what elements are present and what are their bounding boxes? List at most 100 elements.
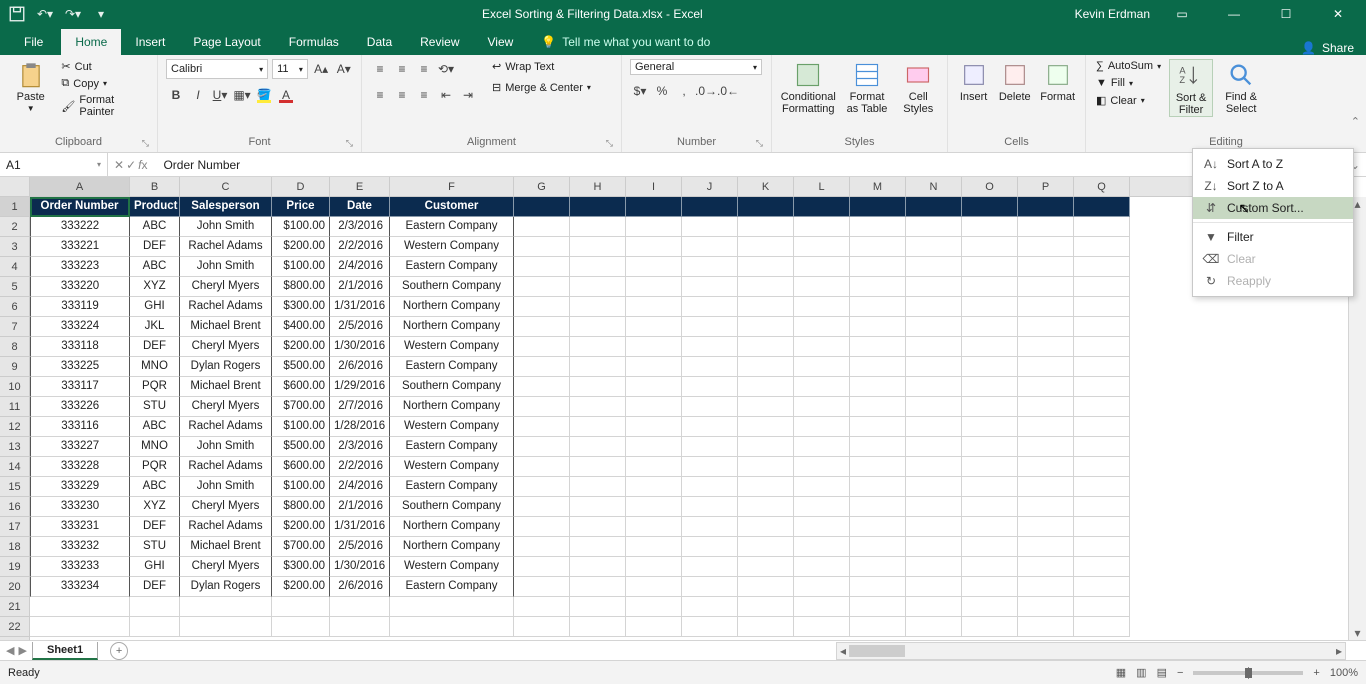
cell[interactable]: DEF [130,337,180,357]
cell[interactable] [962,517,1018,537]
cell[interactable]: John Smith [180,217,272,237]
cell[interactable]: Western Company [390,417,514,437]
cell[interactable] [906,617,962,637]
menu-sort-za[interactable]: Z↓Sort Z to A [1193,175,1353,197]
decrease-decimal-icon[interactable]: .0← [718,81,738,101]
cell[interactable] [514,237,570,257]
cell[interactable]: Southern Company [390,377,514,397]
cell[interactable] [1018,517,1074,537]
cell[interactable] [682,577,738,597]
cell[interactable] [738,397,794,417]
align-right-icon[interactable]: ≡ [414,85,434,105]
cell[interactable] [794,417,850,437]
cell[interactable]: 2/4/2016 [330,257,390,277]
row-header[interactable]: 2 [0,217,29,237]
col-header[interactable]: I [626,177,682,196]
cell[interactable] [682,477,738,497]
row-header[interactable]: 14 [0,457,29,477]
cell[interactable] [906,497,962,517]
number-format-combo[interactable]: General▾ [630,59,762,75]
cell[interactable]: $700.00 [272,537,330,557]
cell[interactable]: Southern Company [390,277,514,297]
row-header[interactable]: 17 [0,517,29,537]
cell[interactable] [794,557,850,577]
cell[interactable] [1018,617,1074,637]
font-name-combo[interactable]: Calibri▾ [166,59,268,79]
scroll-thumb[interactable] [849,645,905,657]
cell[interactable] [570,437,626,457]
cell[interactable]: JKL [130,317,180,337]
cell[interactable] [1074,277,1130,297]
cell[interactable]: Cheryl Myers [180,397,272,417]
cell[interactable] [1018,257,1074,277]
cell[interactable] [682,277,738,297]
fx-icon[interactable]: fx [138,158,147,172]
cell[interactable]: 2/6/2016 [330,357,390,377]
cell[interactable]: Eastern Company [390,257,514,277]
sheet-nav-prev-icon[interactable]: ◀ [6,644,14,657]
cell[interactable]: $600.00 [272,377,330,397]
cell[interactable] [794,237,850,257]
cell[interactable] [570,477,626,497]
cell[interactable] [570,537,626,557]
cell[interactable]: Customer [390,197,514,217]
cell-styles-button[interactable]: Cell Styles [898,59,939,115]
cell[interactable] [514,357,570,377]
cell[interactable]: Rachel Adams [180,457,272,477]
scroll-left-icon[interactable]: ◂ [837,643,849,659]
row-header[interactable]: 19 [0,557,29,577]
cell[interactable] [570,237,626,257]
cell[interactable]: $100.00 [272,417,330,437]
dialog-launcher-icon[interactable]: ⤡ [346,138,353,149]
cell[interactable] [794,277,850,297]
row-header[interactable]: 13 [0,437,29,457]
cell[interactable]: XYZ [130,277,180,297]
cell[interactable]: Michael Brent [180,377,272,397]
cell[interactable]: Rachel Adams [180,517,272,537]
cell[interactable] [682,197,738,217]
format-painter-button[interactable]: 🖌Format Painter [59,93,149,119]
cell[interactable]: Rachel Adams [180,297,272,317]
tab-home[interactable]: Home [61,29,121,55]
zoom-level[interactable]: 100% [1330,667,1358,679]
cell[interactable] [514,577,570,597]
cell[interactable] [906,277,962,297]
align-center-icon[interactable]: ≡ [392,85,412,105]
cell[interactable]: $200.00 [272,517,330,537]
cell[interactable] [794,397,850,417]
close-icon[interactable]: ✕ [1318,0,1358,28]
align-left-icon[interactable]: ≡ [370,85,390,105]
cell[interactable] [682,457,738,477]
border-button[interactable]: ▦▾ [232,85,252,105]
cell[interactable] [738,197,794,217]
cell[interactable]: 333226 [30,397,130,417]
cell[interactable] [1018,237,1074,257]
qat-customize-icon[interactable]: ▾ [92,5,110,23]
cell[interactable]: $200.00 [272,577,330,597]
cell[interactable]: 2/5/2016 [330,317,390,337]
cell[interactable]: GHI [130,557,180,577]
cell[interactable] [850,417,906,437]
cell[interactable] [514,517,570,537]
cell[interactable] [570,417,626,437]
cell[interactable]: $400.00 [272,317,330,337]
col-header[interactable]: O [962,177,1018,196]
cell[interactable] [738,297,794,317]
cell[interactable] [850,317,906,337]
dialog-launcher-icon[interactable]: ⤡ [142,138,149,149]
cut-button[interactable]: ✂Cut [59,59,149,74]
cell[interactable] [962,317,1018,337]
row-header[interactable]: 4 [0,257,29,277]
cell[interactable] [906,217,962,237]
cell[interactable] [682,297,738,317]
cell[interactable]: Product [130,197,180,217]
cell[interactable] [570,277,626,297]
cell[interactable] [570,217,626,237]
cell[interactable] [962,577,1018,597]
row-header[interactable]: 1 [0,197,29,217]
cell[interactable]: ABC [130,417,180,437]
add-sheet-button[interactable]: + [110,642,128,660]
cell[interactable]: 333221 [30,237,130,257]
cell[interactable]: 333220 [30,277,130,297]
cell[interactable] [794,377,850,397]
